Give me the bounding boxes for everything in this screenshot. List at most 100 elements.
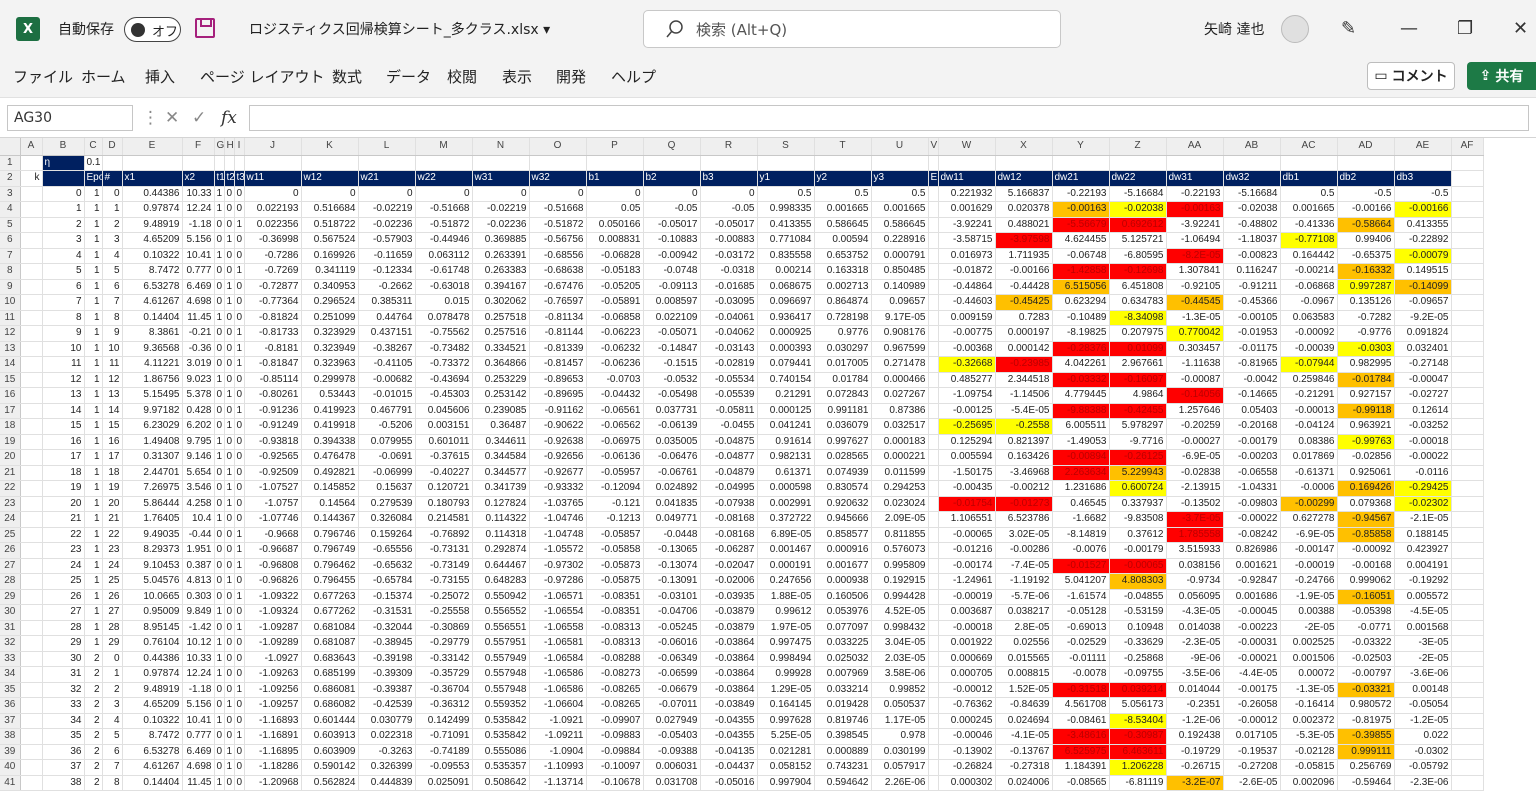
cell[interactable]: 0.99406 (1337, 232, 1395, 249)
column-header[interactable]: AC (1280, 138, 1338, 156)
cell[interactable]: 0.46545 (1052, 496, 1110, 512)
cell[interactable]: 8 (102, 310, 123, 326)
cell[interactable]: 0.08386 (1280, 434, 1338, 450)
select-all-corner[interactable] (0, 138, 21, 156)
cell[interactable]: -0.92638 (529, 434, 587, 450)
cell[interactable]: -0.00092 (1337, 542, 1395, 559)
cell[interactable]: 0.024694 (995, 713, 1053, 729)
cell[interactable]: 0.135126 (1337, 294, 1395, 311)
cell[interactable] (20, 604, 43, 621)
cell[interactable]: -0.27208 (1223, 759, 1281, 776)
cell[interactable]: 1.231686 (1052, 480, 1110, 497)
cell[interactable]: 0.144367 (301, 511, 359, 528)
cell[interactable]: 1.257646 (1166, 403, 1224, 419)
cell[interactable]: -0.19537 (1223, 744, 1281, 760)
cell[interactable]: -0.01685 (700, 279, 758, 295)
row-header[interactable]: 29 (0, 589, 21, 605)
cell[interactable] (928, 666, 939, 683)
cell[interactable]: 9.795 (182, 434, 215, 450)
cell[interactable] (1451, 620, 1484, 636)
cell[interactable]: 38 (42, 775, 85, 791)
cell[interactable]: -0.13502 (1166, 496, 1224, 512)
cell[interactable]: 1 (84, 496, 103, 512)
cell[interactable]: 1 (224, 496, 235, 512)
cell[interactable]: -0.00166 (1337, 201, 1395, 218)
cell[interactable]: 0 (214, 573, 225, 590)
cell[interactable]: 0 (224, 356, 235, 373)
cell[interactable] (1451, 511, 1484, 528)
column-header[interactable]: R (700, 138, 758, 156)
cell[interactable]: -0.00019 (938, 589, 996, 605)
cell[interactable]: 0.648283 (472, 573, 530, 590)
cell[interactable]: 0.063112 (415, 248, 473, 264)
cell[interactable] (20, 511, 43, 528)
cell[interactable]: 0 (301, 186, 359, 202)
cell[interactable]: 0.76104 (122, 635, 183, 652)
cell[interactable]: 0 (234, 511, 245, 528)
cell[interactable]: 0.997475 (757, 635, 815, 652)
cell[interactable] (1451, 589, 1484, 605)
cell[interactable]: 0.601011 (415, 434, 473, 450)
cell[interactable]: -0.08288 (586, 651, 644, 667)
cell[interactable]: 4.624455 (1052, 232, 1110, 249)
cell[interactable]: -0.09803 (1223, 496, 1281, 512)
cell[interactable]: 0.253229 (472, 372, 530, 388)
cell[interactable]: 0.341119 (301, 263, 359, 280)
cell[interactable]: b1 (586, 170, 644, 187)
cell[interactable]: 4.65209 (122, 697, 183, 714)
cell[interactable]: 2 (84, 775, 103, 791)
cell[interactable]: 0.796749 (301, 542, 359, 559)
cell[interactable]: 0.000916 (814, 542, 872, 559)
cell[interactable]: 0.5 (871, 186, 929, 202)
cell[interactable]: dw11 (938, 170, 996, 187)
cell[interactable]: -0.73372 (415, 356, 473, 373)
cell[interactable]: -5.4E-05 (995, 403, 1053, 419)
cancel-icon[interactable]: ✕ (165, 108, 179, 128)
cell[interactable] (20, 217, 43, 233)
cell[interactable]: 0.594642 (814, 775, 872, 791)
cell[interactable]: -0.01216 (938, 542, 996, 559)
cell[interactable]: 0.97874 (122, 201, 183, 218)
cell[interactable] (1451, 682, 1484, 698)
cell[interactable]: 0.562824 (301, 775, 359, 791)
cell[interactable]: -0.26824 (938, 759, 996, 776)
cell[interactable]: 8 (102, 775, 123, 791)
cell[interactable]: 0 (102, 186, 123, 202)
cell[interactable]: -0.00797 (1337, 666, 1395, 683)
cell[interactable]: 0 (214, 496, 225, 512)
cell[interactable]: -1.06584 (529, 651, 587, 667)
cell[interactable]: -0.92509 (244, 465, 302, 481)
cell[interactable]: -0.05815 (1280, 759, 1338, 776)
cell[interactable]: -0.10883 (643, 232, 701, 249)
cell[interactable]: 0.032401 (1394, 341, 1452, 357)
cell[interactable]: -2.1E-05 (1394, 511, 1452, 528)
cell[interactable] (928, 372, 939, 388)
cell[interactable]: -0.81965 (1223, 356, 1281, 373)
cell[interactable]: w31 (472, 170, 530, 187)
cell[interactable]: dw32 (1223, 170, 1281, 187)
spreadsheet-grid[interactable]: A B C D E F G H I J K L M N O P Q R S T U V W X Y Z AA AB AC AD AE AF 1 η… (0, 138, 1536, 791)
cell[interactable]: -0.03322 (1337, 635, 1395, 652)
cell[interactable]: -0.02128 (1280, 744, 1338, 760)
cell[interactable]: 1.17E-05 (871, 713, 929, 729)
cell[interactable]: -0.00223 (1223, 620, 1281, 636)
cell[interactable]: 2 (102, 682, 123, 698)
cell[interactable]: 0.95009 (122, 604, 183, 621)
name-box[interactable]: AG30 (7, 105, 133, 131)
cell[interactable]: 0.419918 (301, 418, 359, 435)
cell[interactable]: 1 (234, 527, 245, 543)
cell[interactable]: 10.41 (182, 248, 215, 264)
cell[interactable]: -3.92241 (938, 217, 996, 233)
cell[interactable]: 0.228916 (871, 232, 929, 249)
cell[interactable]: 0.000669 (938, 651, 996, 667)
cell[interactable]: -0.89653 (529, 372, 587, 388)
cell[interactable]: 1 (84, 480, 103, 497)
cell[interactable]: 0.074939 (814, 465, 872, 481)
cell[interactable]: 18 (102, 465, 123, 481)
cell[interactable]: -0.43694 (415, 372, 473, 388)
cell[interactable]: -0.06562 (586, 418, 644, 435)
cell[interactable]: -0.05017 (643, 217, 701, 233)
cell[interactable] (1451, 713, 1484, 729)
pen-icon[interactable]: ✎ (1341, 18, 1356, 39)
row-header[interactable]: 24 (0, 511, 21, 528)
